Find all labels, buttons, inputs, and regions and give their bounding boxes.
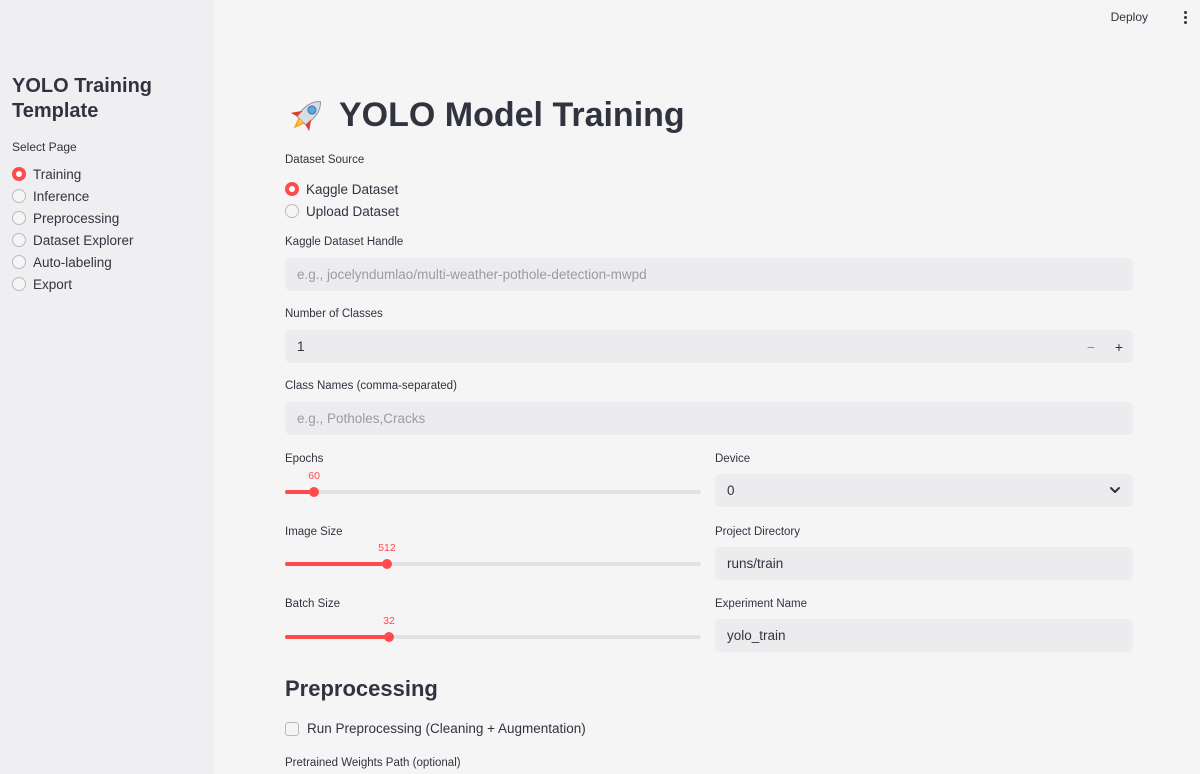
- class-names-label: Class Names (comma-separated): [285, 380, 457, 392]
- rocket-icon: [290, 101, 321, 132]
- device-value: 0: [727, 483, 735, 498]
- slider-track: [285, 559, 701, 569]
- radio-icon: [12, 255, 26, 269]
- page-option-auto-labeling[interactable]: Auto-labeling: [12, 251, 134, 273]
- experiment-name-label: Experiment Name: [715, 598, 808, 610]
- slider-thumb[interactable]: [381, 559, 392, 569]
- page-option-label: Auto-labeling: [33, 254, 112, 270]
- epochs-label: Epochs: [285, 453, 324, 465]
- page-option-label: Preprocessing: [33, 210, 120, 226]
- kaggle-handle-input[interactable]: e.g., jocelyndumlao/multi-weather-pothol…: [285, 258, 1133, 291]
- batch-size-value: 32: [383, 615, 395, 627]
- page-radio-group: Training Inference Preprocessing Dataset…: [12, 163, 134, 295]
- sidebar: YOLO Training Template Select Page Train…: [0, 0, 214, 774]
- epochs-value: 60: [308, 470, 320, 482]
- chevron-down-icon: [1110, 487, 1120, 493]
- slider-thumb[interactable]: [384, 632, 394, 642]
- project-dir-input[interactable]: runs/train: [715, 547, 1133, 580]
- slider-fill: [285, 562, 387, 566]
- dataset-source-kaggle[interactable]: Kaggle Dataset: [285, 178, 399, 200]
- page-option-label: Inference: [33, 188, 90, 204]
- radio-icon: [12, 189, 26, 203]
- select-page-label: Select Page: [12, 140, 77, 154]
- radio-selected-icon: [285, 182, 299, 196]
- num-classes-value: 1: [297, 339, 305, 354]
- page-option-inference[interactable]: Inference: [12, 185, 134, 207]
- device-label: Device: [715, 453, 751, 465]
- pretrained-weights-label: Pretrained Weights Path (optional): [285, 757, 461, 769]
- num-classes-label: Number of Classes: [285, 308, 383, 320]
- batch-size-label: Batch Size: [285, 598, 340, 610]
- num-classes-input[interactable]: 1 − +: [285, 330, 1133, 363]
- radio-icon: [12, 211, 26, 225]
- page-option-training[interactable]: Training: [12, 163, 134, 185]
- image-size-value: 512: [378, 542, 396, 554]
- decrement-button[interactable]: −: [1077, 339, 1105, 355]
- increment-button[interactable]: +: [1105, 339, 1133, 355]
- sidebar-title: YOLO Training Template: [12, 75, 153, 122]
- dataset-source-radio-group: Kaggle Dataset Upload Dataset: [285, 178, 399, 222]
- dataset-source-upload[interactable]: Upload Dataset: [285, 200, 399, 222]
- kebab-menu-icon[interactable]: [1170, 0, 1200, 34]
- page-option-label: Dataset Explorer: [33, 232, 134, 248]
- radio-icon: [12, 233, 26, 247]
- page-option-label: Export: [33, 276, 73, 292]
- radio-selected-icon: [12, 167, 26, 181]
- batch-size-slider[interactable]: 32: [285, 615, 701, 651]
- slider-thumb[interactable]: [309, 487, 320, 497]
- image-size-label: Image Size: [285, 526, 343, 538]
- experiment-name-input[interactable]: yolo_train: [715, 619, 1133, 652]
- page-option-dataset-explorer[interactable]: Dataset Explorer: [12, 229, 134, 251]
- slider-fill: [285, 635, 389, 639]
- main-content: YOLO Model Training Dataset Source Kaggl…: [285, 0, 1133, 774]
- checkbox-icon: [285, 721, 299, 736]
- page-option-export[interactable]: Export: [12, 273, 134, 295]
- project-dir-label: Project Directory: [715, 526, 800, 538]
- num-classes-stepper: − +: [1077, 330, 1133, 363]
- radio-icon: [285, 204, 299, 218]
- page-option-label: Training: [33, 166, 82, 182]
- page-option-preprocessing[interactable]: Preprocessing: [12, 207, 134, 229]
- dataset-source-label: Dataset Source: [285, 154, 365, 166]
- device-select[interactable]: 0: [715, 474, 1133, 507]
- image-size-slider[interactable]: 512: [285, 542, 701, 578]
- page-title: YOLO Model Training: [285, 92, 685, 138]
- slider-track: [285, 632, 701, 642]
- epochs-slider[interactable]: 60: [285, 470, 701, 506]
- slider-track: [285, 487, 701, 497]
- checkbox-label: Run Preprocessing (Cleaning + Augmentati…: [307, 721, 586, 736]
- class-names-input[interactable]: e.g., Potholes,Cracks: [285, 402, 1133, 435]
- radio-icon: [12, 277, 26, 291]
- page-title-text: YOLO Model Training: [339, 95, 685, 134]
- preprocessing-heading: Preprocessing: [285, 676, 438, 701]
- run-preprocessing-checkbox[interactable]: Run Preprocessing (Cleaning + Augmentati…: [285, 721, 586, 736]
- kaggle-handle-label: Kaggle Dataset Handle: [285, 236, 404, 248]
- radio-option-label: Upload Dataset: [306, 203, 400, 219]
- radio-option-label: Kaggle Dataset: [306, 181, 399, 197]
